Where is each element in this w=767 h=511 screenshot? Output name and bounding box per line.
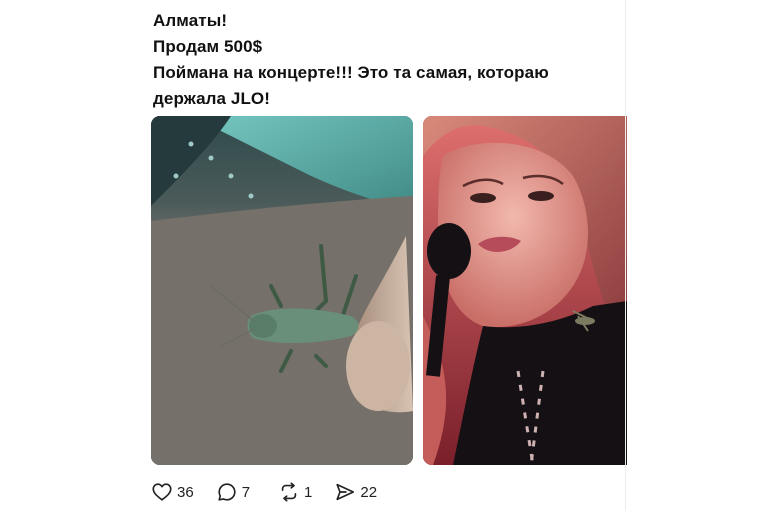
share-button[interactable]: 22 <box>334 481 377 503</box>
repost-icon <box>281 482 297 502</box>
like-button[interactable]: 36 <box>151 481 194 503</box>
reply-count: 7 <box>241 483 251 501</box>
grasshopper-photo[interactable] <box>151 116 413 465</box>
post-line-caption-1: Поймана на концерте!!! Это та самая, кот… <box>153 63 549 82</box>
post-line-price: Продам 500$ <box>153 37 263 56</box>
heart-icon <box>152 483 172 501</box>
post-line-city: Алматы! <box>153 11 228 30</box>
send-icon <box>336 483 355 501</box>
singer-photo[interactable] <box>423 116 627 465</box>
comment-icon <box>218 483 236 501</box>
post-actions: 36 7 1 22 <box>151 478 399 506</box>
grasshopper-photo-image <box>151 116 413 465</box>
share-count: 22 <box>360 483 378 501</box>
divider <box>625 0 626 511</box>
repost-button[interactable]: 1 <box>278 481 312 503</box>
post-text: Алматы! Продам 500$ Поймана на концерте!… <box>153 8 623 112</box>
repost-count: 1 <box>304 483 313 501</box>
singer-photo-image <box>423 116 627 465</box>
reply-button[interactable]: 7 <box>216 481 250 503</box>
like-count: 36 <box>177 483 194 501</box>
post-line-caption-2: держала JLO! <box>153 89 271 108</box>
